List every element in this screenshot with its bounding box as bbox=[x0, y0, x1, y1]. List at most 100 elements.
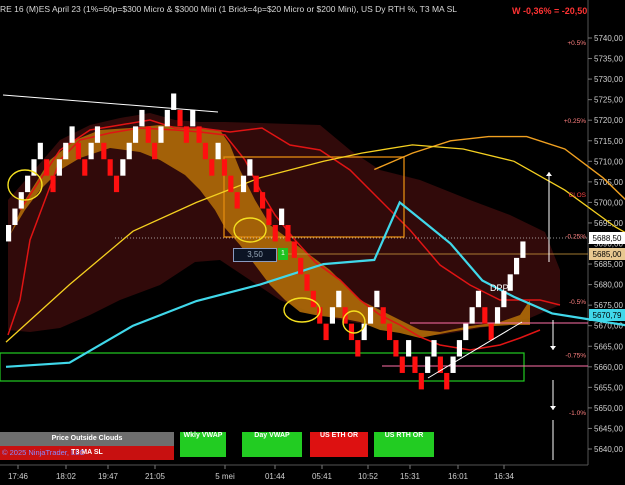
renko-brick bbox=[266, 208, 272, 226]
price-tick-label: 5645,00 bbox=[594, 424, 623, 433]
renko-brick bbox=[202, 142, 208, 160]
renko-brick bbox=[387, 323, 393, 341]
renko-brick bbox=[469, 307, 475, 324]
us-eth-or-button[interactable]: US ETH OR bbox=[310, 432, 368, 457]
percent-level-label: -0.75% bbox=[565, 352, 586, 359]
up-arrow-head bbox=[546, 172, 552, 176]
percent-level-label: -0.5% bbox=[569, 299, 586, 306]
renko-brick bbox=[183, 126, 189, 143]
price-tick-label: 5655,00 bbox=[594, 383, 623, 392]
day-vwap-button[interactable]: Day VWAP bbox=[242, 432, 302, 457]
renko-brick bbox=[6, 225, 12, 242]
us-rth-or-button[interactable]: US RTH OR bbox=[374, 432, 434, 457]
renko-brick bbox=[50, 175, 56, 193]
price-tick-label: 5730,00 bbox=[594, 75, 623, 84]
percent-level-label: +0.25% bbox=[564, 118, 586, 125]
renko-brick bbox=[37, 142, 43, 160]
time-tick-label: 16:34 bbox=[494, 472, 515, 481]
chart-title: RE 16 (M)ES April 23 (1%=60p=$300 Micro … bbox=[0, 4, 457, 14]
price-tick-label: 5720,00 bbox=[594, 116, 623, 125]
renko-brick bbox=[152, 142, 158, 160]
price-outside-clouds-button[interactable]: Price Outside Clouds bbox=[0, 432, 174, 446]
price-tick-label: 5735,00 bbox=[594, 55, 623, 64]
renko-brick bbox=[94, 126, 101, 143]
time-tick-label: 05:41 bbox=[312, 472, 333, 481]
renko-brick bbox=[177, 109, 183, 127]
renko-brick bbox=[247, 159, 253, 176]
time-tick-label: 19:47 bbox=[98, 472, 119, 481]
price-tick-label: 5695,00 bbox=[594, 219, 623, 228]
renko-brick bbox=[126, 142, 132, 160]
renko-brick bbox=[120, 159, 126, 176]
renko-brick bbox=[298, 257, 304, 275]
weekly-vwap-button[interactable]: Wkly VWAP bbox=[180, 432, 226, 457]
renko-brick bbox=[12, 208, 18, 226]
x-axis: 17:46 18:02 19:47 21:05 5 mei 01:44 05:41 10:52… bbox=[0, 464, 588, 481]
time-tick-label: 16:01 bbox=[448, 472, 469, 481]
price-tick-label: 5725,00 bbox=[594, 96, 623, 105]
renko-brick bbox=[253, 175, 259, 193]
time-tick-label: 10:52 bbox=[358, 472, 379, 481]
order-quantity-input[interactable]: 3,50 bbox=[233, 248, 277, 262]
renko-brick bbox=[444, 372, 450, 390]
percent-level-label: -0.25% bbox=[565, 233, 586, 240]
renko-brick bbox=[418, 372, 424, 390]
renko-brick bbox=[133, 126, 139, 143]
renko-brick bbox=[399, 356, 405, 373]
renko-brick bbox=[393, 340, 399, 357]
renko-brick bbox=[514, 257, 520, 275]
price-tick-label: 5650,00 bbox=[594, 404, 623, 413]
down-arrow-1-head bbox=[550, 346, 556, 350]
renko-brick bbox=[228, 175, 234, 193]
pnl-readout: W -0,36% = -20,50 bbox=[512, 6, 588, 16]
renko-brick bbox=[209, 159, 215, 176]
renko-brick bbox=[482, 307, 488, 324]
renko-brick bbox=[279, 208, 285, 226]
renko-brick bbox=[336, 290, 342, 308]
renko-brick bbox=[431, 340, 437, 357]
order-submit-button[interactable]: 1 bbox=[278, 248, 288, 260]
renko-brick bbox=[456, 340, 462, 357]
price-tick-label: 5705,00 bbox=[594, 178, 623, 187]
renko-brick bbox=[69, 126, 75, 143]
renko-brick bbox=[82, 159, 88, 176]
renko-brick bbox=[260, 192, 266, 209]
renko-brick bbox=[171, 93, 177, 110]
price-tick-label: 5640,00 bbox=[594, 445, 623, 454]
renko-brick bbox=[113, 175, 120, 193]
time-tick-label: 21:05 bbox=[145, 472, 166, 481]
time-tick-label: 01:44 bbox=[265, 472, 286, 481]
renko-brick bbox=[196, 126, 202, 143]
time-tick-label: 5 mei bbox=[215, 472, 235, 481]
renko-brick bbox=[234, 192, 240, 209]
renko-brick bbox=[190, 109, 196, 127]
price-badge-label: 5670,79 bbox=[593, 311, 622, 320]
trend-line-top bbox=[2, 94, 219, 113]
renko-brick bbox=[304, 274, 310, 291]
renko-brick bbox=[145, 126, 151, 143]
renko-brick bbox=[44, 159, 50, 176]
percent-level-label: -1.0% bbox=[569, 410, 586, 417]
price-tick-label: 5700,00 bbox=[594, 198, 623, 207]
down-arrow-2-head bbox=[550, 406, 556, 410]
price-tick-label: 5665,00 bbox=[594, 342, 623, 351]
renko-brick bbox=[374, 290, 380, 308]
time-tick-label: 15:31 bbox=[400, 472, 421, 481]
price-tick-label: 5710,00 bbox=[594, 157, 623, 166]
renko-brick bbox=[520, 241, 526, 258]
percent-level-label: +0.5% bbox=[567, 40, 586, 47]
renko-brick bbox=[475, 290, 482, 308]
renko-brick bbox=[101, 142, 107, 160]
renko-brick bbox=[164, 109, 170, 127]
renko-brick bbox=[450, 356, 456, 373]
renko-brick bbox=[494, 307, 501, 324]
price-tick-label: 5685,00 bbox=[594, 260, 623, 269]
copyright: © 2025 NinjaTrader, LLC bbox=[2, 448, 85, 457]
price-tick-label: 5660,00 bbox=[594, 363, 623, 372]
price-tick-label: 5680,00 bbox=[594, 281, 623, 290]
renko-brick bbox=[107, 159, 113, 176]
renko-brick bbox=[329, 307, 335, 324]
price-badge-label: 5685,00 bbox=[593, 250, 622, 259]
renko-brick bbox=[221, 159, 228, 176]
renko-brick bbox=[25, 175, 31, 193]
